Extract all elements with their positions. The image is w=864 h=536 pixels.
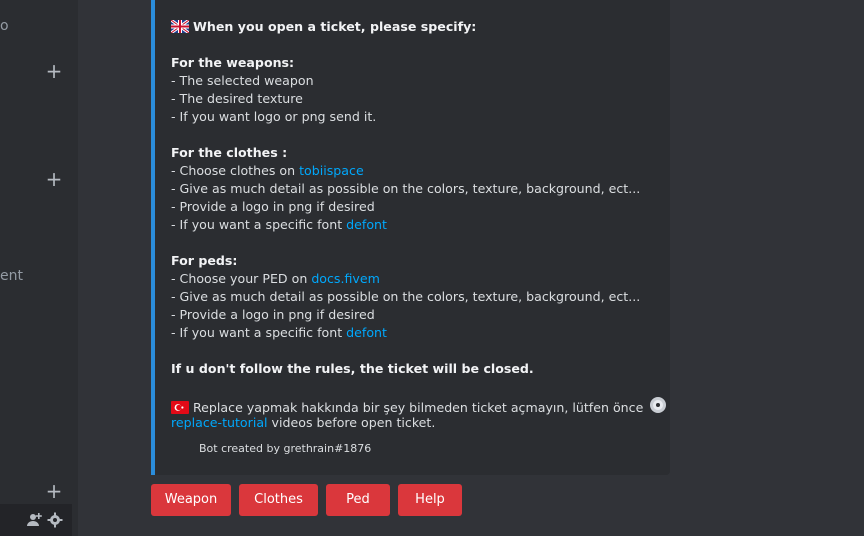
- peds-line-text: - If you want a specific font: [171, 325, 347, 340]
- clothes-line: - Choose clothes on tobiispace: [171, 162, 364, 180]
- peds-line: - Give as much detail as possible on the…: [171, 289, 641, 304]
- weapons-line: - The selected weapon: [171, 73, 314, 88]
- embed-intro: When you open a ticket, please specify:: [170, 18, 477, 38]
- cd-icon: [649, 396, 667, 419]
- embed-intro-text: When you open a ticket, please specify:: [193, 19, 477, 34]
- add-member-icon[interactable]: [26, 512, 42, 528]
- docs-fivem-link[interactable]: docs.fivem: [311, 271, 380, 286]
- gear-icon[interactable]: [47, 512, 63, 528]
- replace-tutorial-link[interactable]: replace-tutorial: [171, 415, 268, 430]
- plus-icon[interactable]: +: [45, 61, 63, 81]
- turkish-text: Replace yapmak hakkında bir şey bilmeden…: [193, 400, 644, 415]
- clothes-line-text: - If you want a specific font: [171, 217, 347, 232]
- peds-line: - Provide a logo in png if desired: [171, 307, 375, 322]
- uk-flag-icon: [170, 18, 190, 38]
- clothes-line: - If you want a specific font defont: [171, 216, 387, 234]
- bot-embed: When you open a ticket, please specify: …: [151, 0, 670, 475]
- clothes-line: - Give as much detail as possible on the…: [171, 181, 641, 196]
- warning-text: If u don't follow the rules, the ticket …: [171, 361, 534, 376]
- weapons-heading: For the weapons:: [171, 55, 295, 70]
- tobiispace-link[interactable]: tobiispace: [299, 163, 364, 178]
- plus-icon[interactable]: +: [45, 169, 63, 189]
- user-panel: [0, 504, 72, 536]
- clothes-line: - Provide a logo in png if desired: [171, 199, 375, 214]
- clothes-heading: For the clothes :: [171, 145, 288, 160]
- weapons-line: - If you want logo or png send it.: [171, 109, 377, 124]
- turkish-text: videos before open ticket.: [267, 415, 436, 430]
- embed-footer: Bot created by grethrain#1876: [199, 442, 372, 455]
- turkish-line: replace-tutorial videos before open tick…: [171, 414, 435, 432]
- clothes-button[interactable]: Clothes: [239, 484, 318, 516]
- peds-line: - Choose your PED on docs.fivem: [171, 270, 380, 288]
- defont-link[interactable]: defont: [346, 217, 387, 232]
- weapon-button[interactable]: Weapon: [151, 484, 231, 516]
- channel-sidebar: o + + ent +: [0, 0, 78, 536]
- channel-name-fragment[interactable]: ent: [0, 267, 23, 285]
- ped-button[interactable]: Ped: [326, 484, 390, 516]
- help-button[interactable]: Help: [398, 484, 462, 516]
- peds-line: - If you want a specific font defont: [171, 324, 387, 342]
- plus-icon[interactable]: +: [45, 481, 63, 501]
- peds-heading: For peds:: [171, 253, 238, 268]
- channel-name-fragment[interactable]: o: [0, 17, 9, 35]
- clothes-line-text: - Choose clothes on: [171, 163, 300, 178]
- weapons-line: - The desired texture: [171, 91, 303, 106]
- peds-line-text: - Choose your PED on: [171, 271, 312, 286]
- defont-link[interactable]: defont: [346, 325, 387, 340]
